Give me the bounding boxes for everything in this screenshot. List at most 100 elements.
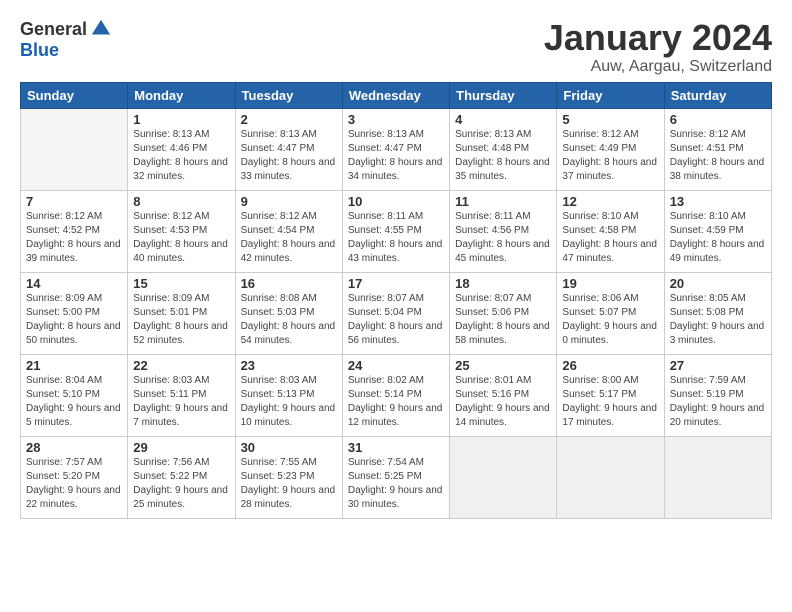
day-info: Sunrise: 8:02 AM Sunset: 5:14 PM Dayligh… [348,374,444,430]
calendar-cell [450,436,557,518]
calendar-cell: 19Sunrise: 8:06 AM Sunset: 5:07 PM Dayli… [557,272,664,354]
calendar-cell: 7Sunrise: 8:12 AM Sunset: 4:52 PM Daylig… [21,190,128,272]
day-number: 3 [348,112,444,127]
calendar-subtitle: Auw, Aargau, Switzerland [544,58,772,76]
day-number: 7 [26,194,122,209]
title-section: January 2024 Auw, Aargau, Switzerland [544,18,772,76]
day-info: Sunrise: 8:10 AM Sunset: 4:59 PM Dayligh… [670,210,766,266]
day-info: Sunrise: 7:57 AM Sunset: 5:20 PM Dayligh… [26,456,122,512]
calendar-cell: 4Sunrise: 8:13 AM Sunset: 4:48 PM Daylig… [450,108,557,190]
calendar-cell: 5Sunrise: 8:12 AM Sunset: 4:49 PM Daylig… [557,108,664,190]
calendar-cell: 2Sunrise: 8:13 AM Sunset: 4:47 PM Daylig… [235,108,342,190]
calendar-table: Sunday Monday Tuesday Wednesday Thursday… [20,82,772,519]
header-friday: Friday [557,82,664,108]
day-info: Sunrise: 8:09 AM Sunset: 5:01 PM Dayligh… [133,292,229,348]
calendar-cell: 31Sunrise: 7:54 AM Sunset: 5:25 PM Dayli… [342,436,449,518]
day-info: Sunrise: 8:12 AM Sunset: 4:53 PM Dayligh… [133,210,229,266]
calendar-cell: 20Sunrise: 8:05 AM Sunset: 5:08 PM Dayli… [664,272,771,354]
day-number: 17 [348,276,444,291]
day-info: Sunrise: 8:03 AM Sunset: 5:11 PM Dayligh… [133,374,229,430]
calendar-cell: 16Sunrise: 8:08 AM Sunset: 5:03 PM Dayli… [235,272,342,354]
header-row: General Blue January 2024 Auw, Aargau, S… [20,18,772,76]
day-info: Sunrise: 8:07 AM Sunset: 5:06 PM Dayligh… [455,292,551,348]
calendar-cell: 8Sunrise: 8:12 AM Sunset: 4:53 PM Daylig… [128,190,235,272]
day-number: 20 [670,276,766,291]
day-info: Sunrise: 8:11 AM Sunset: 4:56 PM Dayligh… [455,210,551,266]
day-info: Sunrise: 8:05 AM Sunset: 5:08 PM Dayligh… [670,292,766,348]
calendar-week-row: 14Sunrise: 8:09 AM Sunset: 5:00 PM Dayli… [21,272,772,354]
calendar-cell: 22Sunrise: 8:03 AM Sunset: 5:11 PM Dayli… [128,354,235,436]
day-number: 29 [133,440,229,455]
calendar-cell [664,436,771,518]
day-number: 25 [455,358,551,373]
day-info: Sunrise: 8:12 AM Sunset: 4:51 PM Dayligh… [670,128,766,184]
day-number: 14 [26,276,122,291]
header-sunday: Sunday [21,82,128,108]
day-info: Sunrise: 8:10 AM Sunset: 4:58 PM Dayligh… [562,210,658,266]
day-number: 15 [133,276,229,291]
calendar-week-row: 21Sunrise: 8:04 AM Sunset: 5:10 PM Dayli… [21,354,772,436]
header-wednesday: Wednesday [342,82,449,108]
calendar-cell: 24Sunrise: 8:02 AM Sunset: 5:14 PM Dayli… [342,354,449,436]
calendar-cell: 26Sunrise: 8:00 AM Sunset: 5:17 PM Dayli… [557,354,664,436]
day-number: 12 [562,194,658,209]
day-info: Sunrise: 7:59 AM Sunset: 5:19 PM Dayligh… [670,374,766,430]
logo-general-text: General [20,19,87,40]
calendar-cell: 27Sunrise: 7:59 AM Sunset: 5:19 PM Dayli… [664,354,771,436]
day-info: Sunrise: 8:12 AM Sunset: 4:49 PM Dayligh… [562,128,658,184]
day-info: Sunrise: 7:54 AM Sunset: 5:25 PM Dayligh… [348,456,444,512]
day-info: Sunrise: 8:07 AM Sunset: 5:04 PM Dayligh… [348,292,444,348]
day-info: Sunrise: 8:12 AM Sunset: 4:54 PM Dayligh… [241,210,337,266]
logo: General Blue [20,18,112,61]
calendar-cell [557,436,664,518]
day-number: 23 [241,358,337,373]
day-number: 6 [670,112,766,127]
header-tuesday: Tuesday [235,82,342,108]
day-info: Sunrise: 8:03 AM Sunset: 5:13 PM Dayligh… [241,374,337,430]
day-number: 8 [133,194,229,209]
calendar-cell: 10Sunrise: 8:11 AM Sunset: 4:55 PM Dayli… [342,190,449,272]
calendar-cell: 3Sunrise: 8:13 AM Sunset: 4:47 PM Daylig… [342,108,449,190]
logo-icon [90,18,112,40]
day-number: 4 [455,112,551,127]
day-info: Sunrise: 8:04 AM Sunset: 5:10 PM Dayligh… [26,374,122,430]
calendar-week-row: 1Sunrise: 8:13 AM Sunset: 4:46 PM Daylig… [21,108,772,190]
calendar-cell: 29Sunrise: 7:56 AM Sunset: 5:22 PM Dayli… [128,436,235,518]
day-number: 18 [455,276,551,291]
day-number: 24 [348,358,444,373]
calendar-cell: 6Sunrise: 8:12 AM Sunset: 4:51 PM Daylig… [664,108,771,190]
day-number: 26 [562,358,658,373]
logo-blue-text: Blue [20,40,59,61]
calendar-cell: 25Sunrise: 8:01 AM Sunset: 5:16 PM Dayli… [450,354,557,436]
calendar-cell: 15Sunrise: 8:09 AM Sunset: 5:01 PM Dayli… [128,272,235,354]
day-info: Sunrise: 8:13 AM Sunset: 4:46 PM Dayligh… [133,128,229,184]
day-number: 30 [241,440,337,455]
day-number: 27 [670,358,766,373]
header-thursday: Thursday [450,82,557,108]
calendar-cell: 28Sunrise: 7:57 AM Sunset: 5:20 PM Dayli… [21,436,128,518]
calendar-cell: 18Sunrise: 8:07 AM Sunset: 5:06 PM Dayli… [450,272,557,354]
day-info: Sunrise: 8:08 AM Sunset: 5:03 PM Dayligh… [241,292,337,348]
calendar-cell: 21Sunrise: 8:04 AM Sunset: 5:10 PM Dayli… [21,354,128,436]
day-info: Sunrise: 8:12 AM Sunset: 4:52 PM Dayligh… [26,210,122,266]
calendar-week-row: 28Sunrise: 7:57 AM Sunset: 5:20 PM Dayli… [21,436,772,518]
day-info: Sunrise: 8:06 AM Sunset: 5:07 PM Dayligh… [562,292,658,348]
calendar-cell: 23Sunrise: 8:03 AM Sunset: 5:13 PM Dayli… [235,354,342,436]
day-number: 11 [455,194,551,209]
day-number: 21 [26,358,122,373]
day-number: 22 [133,358,229,373]
day-info: Sunrise: 7:56 AM Sunset: 5:22 PM Dayligh… [133,456,229,512]
day-info: Sunrise: 8:13 AM Sunset: 4:48 PM Dayligh… [455,128,551,184]
day-number: 10 [348,194,444,209]
day-info: Sunrise: 8:13 AM Sunset: 4:47 PM Dayligh… [241,128,337,184]
header-saturday: Saturday [664,82,771,108]
calendar-cell: 12Sunrise: 8:10 AM Sunset: 4:58 PM Dayli… [557,190,664,272]
day-number: 9 [241,194,337,209]
day-number: 16 [241,276,337,291]
calendar-cell [21,108,128,190]
calendar-cell: 9Sunrise: 8:12 AM Sunset: 4:54 PM Daylig… [235,190,342,272]
day-info: Sunrise: 8:11 AM Sunset: 4:55 PM Dayligh… [348,210,444,266]
day-number: 28 [26,440,122,455]
calendar-cell: 30Sunrise: 7:55 AM Sunset: 5:23 PM Dayli… [235,436,342,518]
day-info: Sunrise: 8:01 AM Sunset: 5:16 PM Dayligh… [455,374,551,430]
